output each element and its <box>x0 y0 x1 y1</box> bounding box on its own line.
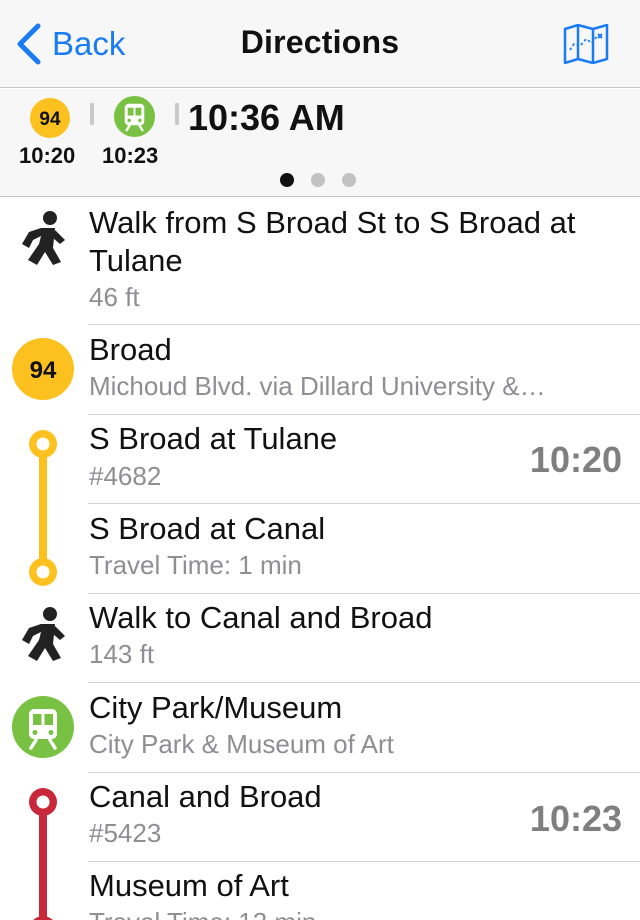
step-title: Museum of Art <box>89 868 289 903</box>
list-item-route[interactable]: 94 Broad Michoud Blvd. via Dillard Unive… <box>0 325 640 415</box>
step-title: Canal and Broad <box>89 779 322 814</box>
stop-marker-icon <box>29 430 57 458</box>
summary-divider <box>90 103 94 125</box>
step-title: City Park/Museum <box>89 690 343 725</box>
arrival-time: 10:36 AM <box>188 97 345 138</box>
step-subtitle: Travel Time: 1 min <box>89 550 302 580</box>
step-title: S Broad at Canal <box>89 511 326 546</box>
step-subtitle: Travel Time: 13 min <box>89 907 609 920</box>
streetcar-icon <box>113 95 156 138</box>
list-item-stop[interactable]: Canal and Broad #5423 10:23 <box>0 773 640 862</box>
step-title: Walk to Canal and Broad <box>89 600 433 635</box>
walk-icon <box>22 211 65 265</box>
stop-marker-icon <box>29 788 57 816</box>
list-item-stop[interactable]: S Broad at Canal Travel Time: 1 min <box>0 504 640 594</box>
list-item-stop[interactable]: S Broad at Tulane #4682 10:20 <box>0 415 640 504</box>
step-subtitle: 46 ft <box>89 282 140 312</box>
map-icon <box>563 23 609 65</box>
departure-time: 10:23 <box>529 798 622 839</box>
stop-marker-icon <box>33 916 53 920</box>
streetcar-icon <box>12 696 74 758</box>
page-dot[interactable] <box>280 173 294 187</box>
departure-time: 10:20 <box>529 439 622 480</box>
navigation-bar: Back Directions <box>0 0 640 88</box>
summary-time: 10:23 <box>102 143 159 168</box>
page-title: Directions <box>240 24 400 60</box>
summary-time: 10:20 <box>19 143 76 168</box>
list-item-route[interactable]: City Park/Museum City Park & Museum of A… <box>0 683 640 773</box>
list-item-walk[interactable]: Walk from S Broad St to S Broad at Tulan… <box>0 198 640 325</box>
directions-list[interactable]: Walk from S Broad St to S Broad at Tulan… <box>0 198 640 920</box>
summary-divider <box>175 103 179 125</box>
step-title: Walk from S Broad St to S Broad at Tulan… <box>89 205 576 278</box>
page-control[interactable] <box>280 173 356 187</box>
stop-marker-icon <box>29 558 57 586</box>
bus-route-badge: 94 <box>12 338 74 400</box>
list-item-walk[interactable]: Walk to Canal and Broad 143 ft <box>0 594 640 683</box>
list-item-stop[interactable]: Museum of Art Travel Time: 13 min <box>0 862 640 920</box>
walk-icon <box>22 607 65 661</box>
page-dot[interactable] <box>311 173 325 187</box>
step-subtitle: City Park & Museum of Art <box>89 729 394 759</box>
step-title: S Broad at Tulane <box>89 421 338 456</box>
step-title: Broad <box>89 332 172 367</box>
bus-route-badge: 94 <box>30 98 70 138</box>
trip-summary[interactable]: 94 10:20 10:23 10:36 AM <box>0 89 640 197</box>
step-subtitle: 143 ft <box>89 639 155 669</box>
page-dot[interactable] <box>342 173 356 187</box>
bus-badge-text: 94 <box>30 357 57 384</box>
step-subtitle: Michoud Blvd. via Dillard University &… <box>89 371 546 401</box>
bus-badge-text: 94 <box>39 109 61 130</box>
map-button[interactable] <box>562 23 610 65</box>
